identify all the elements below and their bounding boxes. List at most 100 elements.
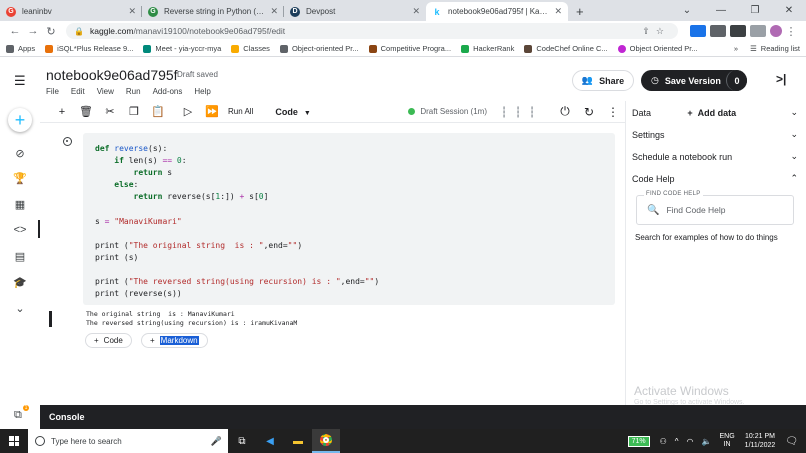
table-icon[interactable]: ▦ (0, 198, 40, 211)
run-all-button[interactable]: Run All (228, 107, 253, 116)
code-help-section-header[interactable]: Code Help ⌃ (632, 173, 798, 184)
taskbar-search-input[interactable]: Type here to search 🎤 (28, 429, 228, 453)
delete-trash-icon[interactable]: 🗑 (74, 105, 98, 118)
add-data-button[interactable]: + Add data (687, 108, 736, 118)
chrome-app-icon[interactable] (312, 429, 340, 453)
kebab-menu-icon[interactable]: ⋮ (782, 25, 800, 38)
reload-icon[interactable]: ↻ (42, 25, 60, 38)
language-indicator[interactable]: ENG IN (720, 433, 735, 449)
bookmark-hackerrank[interactable]: HackerRank (461, 44, 514, 53)
file-explorer-icon[interactable]: ▬ (284, 429, 312, 453)
avatar[interactable] (770, 25, 782, 37)
menu-file[interactable]: File (46, 87, 59, 96)
notebook-title[interactable]: notebook9e06ad795f (46, 67, 178, 83)
trophy-icon[interactable]: 🏆 (0, 172, 40, 185)
taskbar-clock[interactable]: 10:21 PM 1/11/2022 (745, 432, 776, 450)
code-cell[interactable]: def reverse(s): if len(s) == 0: return s… (83, 133, 615, 305)
reading-list[interactable]: » ☰ Reading list (734, 44, 800, 53)
url-input[interactable]: 🔒 kaggle.com /manavi19100/notebook9e06ad… (66, 23, 678, 39)
menu-run[interactable]: Run (126, 87, 141, 96)
vscode-app-icon[interactable]: ◀ (256, 429, 284, 453)
bookmark-meet[interactable]: Meet - yia-yccr-mya (143, 44, 221, 53)
bookmarks-bar: Apps iSQL*Plus Release 9... Meet - yia-y… (0, 41, 806, 57)
bookmark-star-icon[interactable]: ⇪☆ (642, 26, 670, 37)
browser-tab-1[interactable]: G leaninbv ✕ (0, 2, 142, 21)
chevron-down-icon[interactable]: ⌄ (790, 107, 798, 118)
run-play-icon[interactable]: ▷ (176, 105, 200, 118)
close-tab-icon[interactable]: ✕ (554, 6, 562, 17)
extensions-puzzle-icon[interactable] (750, 25, 766, 37)
create-button[interactable]: + (8, 108, 32, 132)
menu-help[interactable]: Help (194, 87, 210, 96)
code-content[interactable]: def reverse(s): if len(s) == 0: return s… (95, 143, 379, 300)
data-section-header[interactable]: Data + Add data ⌄ (632, 107, 798, 118)
browser-tab-3[interactable]: D Devpost ✕ (284, 2, 426, 21)
settings-section-header[interactable]: Settings ⌄ (632, 129, 798, 140)
wifi-icon[interactable]: ◠ (687, 437, 694, 446)
close-window-icon[interactable]: ✕ (772, 5, 806, 16)
task-view-icon[interactable]: ⧉ (228, 429, 256, 453)
more-vertical-icon[interactable]: ⋮ (601, 105, 625, 119)
version-count[interactable]: 0 (726, 70, 747, 91)
save-version-button[interactable]: ◷ Save Version 0 (641, 70, 747, 91)
maximize-icon[interactable]: ❐ (738, 5, 772, 16)
chevron-up-icon[interactable]: ^ (675, 437, 679, 446)
console-bar[interactable]: Console (40, 405, 806, 429)
paste-icon[interactable]: 📋 (146, 105, 170, 118)
volume-icon[interactable]: 🔈 (702, 437, 712, 446)
back-icon[interactable]: ← (6, 25, 24, 37)
new-tab-icon[interactable]: + (568, 2, 592, 21)
copy-icon[interactable]: ❐ (122, 105, 146, 118)
close-tab-icon[interactable]: ✕ (270, 6, 278, 17)
add-markdown-cell-button[interactable]: + Markdown (141, 333, 208, 348)
collapse-panel-icon[interactable]: >| (776, 72, 786, 86)
bookmark-codechef[interactable]: CodeChef Online C... (524, 44, 608, 53)
schedule-section-header[interactable]: Schedule a notebook run ⌄ (632, 151, 798, 162)
bookmark-isqlplus[interactable]: iSQL*Plus Release 9... (45, 44, 133, 53)
discussion-icon[interactable]: ▤ (0, 250, 40, 263)
run-all-icon[interactable]: ⏩ (200, 105, 224, 118)
add-code-cell-button[interactable]: + Code (85, 333, 132, 348)
system-tray: 71% ⚇ ^ ◠ 🔈 ENG IN 10:21 PM 1/11/2022 🗨 (627, 432, 806, 450)
battery-indicator[interactable]: 71% (627, 435, 650, 447)
menu-add-ons[interactable]: Add-ons (153, 87, 183, 96)
more-bookmarks-icon[interactable]: » (734, 44, 738, 53)
hamburger-menu-icon[interactable]: ☰ (14, 73, 26, 89)
cut-scissors-icon[interactable]: ✂ (98, 105, 122, 118)
menu-edit[interactable]: Edit (71, 87, 85, 96)
restart-icon[interactable]: ↻ (577, 105, 601, 119)
power-icon[interactable]: ⏻ (553, 104, 577, 119)
people-icon[interactable]: ⚇ (660, 437, 667, 446)
browser-tab-4-active[interactable]: k notebook9e06ad795f | Kaggle ✕ (426, 2, 568, 21)
find-code-help-input[interactable]: 🔍 Find Code Help (636, 195, 794, 225)
bookmark-competitive[interactable]: Competitive Progra... (368, 44, 451, 53)
forward-icon[interactable]: → (24, 25, 42, 37)
start-button[interactable] (0, 429, 28, 453)
bookmark-oop-2[interactable]: Object Oriented Pr... (617, 44, 698, 53)
cell-run-icon[interactable] (63, 137, 72, 146)
extension-icon[interactable] (710, 25, 726, 37)
close-tab-icon[interactable]: ✕ (128, 6, 136, 17)
lock-icon[interactable]: 🔒 (74, 27, 84, 36)
browser-tab-2[interactable]: G Reverse string in Python (5 differ ✕ (142, 2, 284, 21)
extension-icon[interactable] (690, 25, 706, 37)
extension-icon[interactable] (730, 25, 746, 37)
close-tab-icon[interactable]: ✕ (412, 6, 420, 17)
learn-cap-icon[interactable]: 🎓 (0, 276, 40, 289)
bookmark-apps[interactable]: Apps (6, 44, 35, 53)
cell-type-select[interactable]: Code ▼ (275, 107, 310, 117)
code-icon[interactable]: <> (0, 220, 40, 238)
tab-search-icon[interactable]: ⌄ (670, 5, 704, 16)
minimize-icon[interactable]: — (704, 5, 738, 16)
compass-icon[interactable]: ⊘ (0, 147, 40, 160)
bookmark-oop[interactable]: Object-oriented Pr... (279, 44, 359, 53)
bookmark-classes[interactable]: Classes (231, 44, 270, 53)
session-status[interactable]: Draft Session (1m) (408, 107, 487, 116)
more-chevron-down-icon[interactable]: ⌄ (0, 302, 40, 315)
share-button[interactable]: 👥 Share (572, 70, 634, 91)
microphone-icon[interactable]: 🎤 (211, 436, 222, 447)
menu-view[interactable]: View (97, 87, 114, 96)
add-cell-icon[interactable]: + (50, 106, 74, 118)
action-center-icon[interactable]: 🗨 (785, 436, 798, 447)
notifications-icon[interactable]: ⧉ (14, 409, 22, 422)
